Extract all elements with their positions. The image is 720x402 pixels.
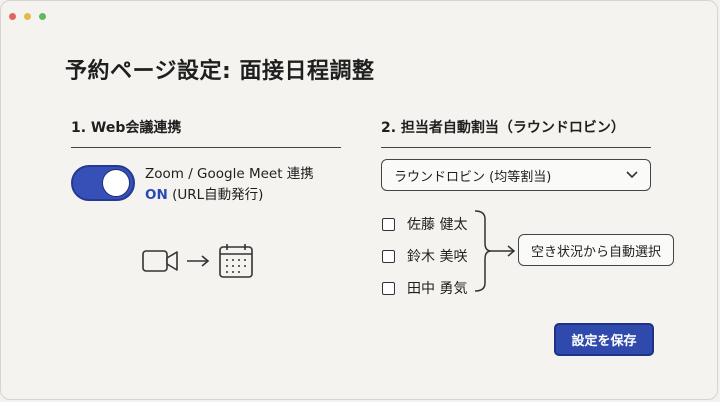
web-integration-heading: 1. Web会議連携 [71,117,341,148]
member-name: 田中 勇気 [407,281,468,297]
assignment-heading: 2. 担当者自動割当（ラウンドロビン） [381,117,651,148]
status-detail: (URL自動発行) [167,187,264,203]
integration-status: ON (URL自動発行) [145,185,314,206]
close-window-button[interactable] [9,13,16,20]
app-window: 予約ページ設定: 面接日程調整 1. Web会議連携 Zoom / Google… [0,0,718,400]
grouping-brace-arrow [474,210,516,292]
assignment-method-select[interactable]: ラウンドロビン (均等割当) [381,159,651,191]
web-meeting-toggle[interactable] [71,165,135,201]
list-item: 鈴木 美咲 [382,240,467,272]
assignment-section: 2. 担当者自動割当（ラウンドロビン） [381,117,651,148]
list-item: 田中 勇気 [382,272,467,304]
list-item: 佐藤 健太 [382,208,467,240]
video-camera-icon [142,250,178,272]
arrow-right-icon [187,255,210,267]
chevron-down-icon [626,171,638,179]
status-on-text: ON [145,187,168,203]
web-integration-section: 1. Web会議連携 [71,117,341,148]
select-value: ラウンドロビン (均等割当) [394,169,552,185]
member-checkbox[interactable] [382,281,395,295]
title-bar [1,1,717,23]
calendar-icon [219,244,253,278]
member-list: 佐藤 健太 鈴木 美咲 田中 勇気 [382,208,467,304]
meeting-flow-illustration [142,244,253,278]
member-checkbox[interactable] [382,249,395,263]
save-button[interactable]: 設定を保存 [554,323,654,356]
toggle-knob [102,169,130,197]
member-name: 佐藤 健太 [407,217,468,233]
integration-label: Zoom / Google Meet 連携 [145,166,314,182]
page-title: 予約ページ設定: 面接日程調整 [65,59,375,84]
maximize-window-button[interactable] [39,13,47,20]
member-name: 鈴木 美咲 [407,249,468,265]
member-checkbox[interactable] [382,217,395,231]
minimize-window-button[interactable] [24,13,32,20]
auto-select-result: 空き状況から自動選択 [518,234,674,266]
integration-info: Zoom / Google Meet 連携 ON (URL自動発行) [145,164,314,206]
